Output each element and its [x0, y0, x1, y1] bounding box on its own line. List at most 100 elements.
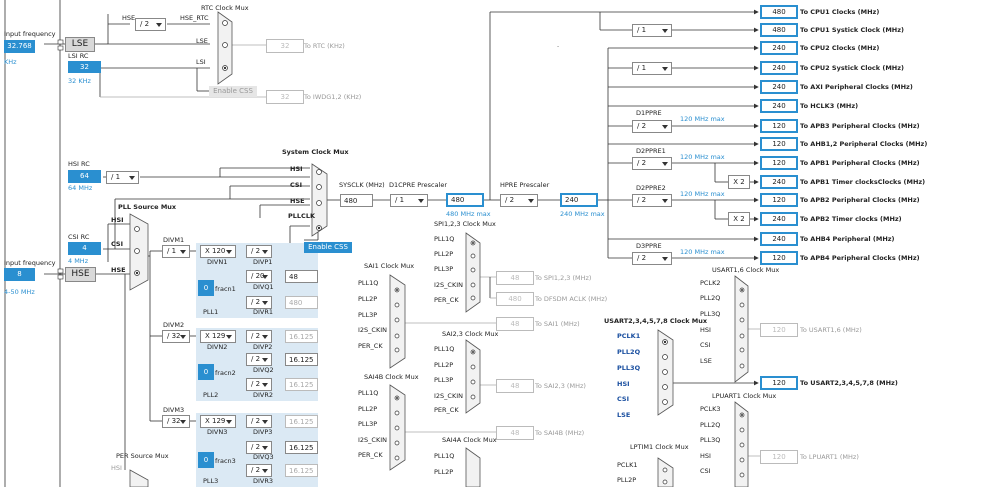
- hclk3-value: 240: [760, 99, 798, 113]
- apb1-timer-label: To APB1 Timer clocksClocks (MHz): [800, 178, 926, 186]
- sai1-in-pll1q: PLL1Q: [358, 279, 379, 287]
- apb1-clock-value: 120: [760, 156, 798, 170]
- divq2-select[interactable]: / 2: [246, 353, 272, 366]
- divm3-label: DIVM3: [163, 406, 185, 414]
- divn1-select[interactable]: X 120: [200, 245, 236, 258]
- usart2-output-label: To USART2,3,4,5,7,8 (MHz): [800, 379, 898, 387]
- usart2-in-hsi: HSI: [617, 380, 630, 388]
- sai1-in-pll2p: PLL2P: [358, 295, 378, 303]
- rtc-hse-label: HSE: [122, 14, 136, 22]
- d1ppre-max: 120 MHz max: [680, 115, 725, 123]
- usart2-in-csi: CSI: [617, 395, 629, 403]
- d2ppre2-select[interactable]: / 2: [632, 194, 672, 207]
- axi-clock-label: To AXI Peripheral Clocks (MHz): [800, 83, 913, 91]
- sai23-in-per-ck: PER_CK: [434, 406, 459, 414]
- sai4a-in-pll2p: PLL2P: [434, 468, 454, 476]
- divr3-select[interactable]: / 2: [246, 464, 272, 477]
- divp1-select[interactable]: / 2: [246, 245, 272, 258]
- divm1-label: DIVM1: [163, 236, 185, 244]
- usart2-in-lse: LSE: [617, 411, 631, 419]
- lptim-mux-title: LPTIM1 Clock Mux: [630, 443, 689, 451]
- sai1-in-pll3p: PLL3P: [358, 311, 378, 319]
- divp2-select[interactable]: / 2: [246, 330, 272, 343]
- cpu2-systick-value: 240: [760, 61, 798, 75]
- fracn1-label: fracn1: [215, 285, 236, 293]
- divn1-label: DIVN1: [207, 258, 228, 266]
- lse-frequency-input[interactable]: 32.768: [4, 40, 35, 53]
- rtc-hse-divider-select[interactable]: / 2: [135, 18, 166, 31]
- divp3-label: DIVP3: [253, 428, 273, 436]
- fracn3-input[interactable]: 0: [198, 452, 214, 468]
- divn2-select[interactable]: X 129: [200, 330, 236, 343]
- dfsdm-output: 480: [496, 292, 534, 306]
- sys-hsi-label: HSI: [290, 165, 303, 173]
- pll3-label: PLL3: [203, 477, 219, 485]
- sai23-in-pll2p: PLL2P: [434, 361, 454, 369]
- d1ppre-select[interactable]: / 2: [632, 120, 672, 133]
- cpu2-systick-label: To CPU2 Systick Clock (MHz): [800, 64, 904, 72]
- hsi-rc-value: 64: [68, 170, 101, 183]
- rtc-hse-rtc-label: HSE_RTC: [180, 14, 209, 22]
- sai1-output: 48: [496, 317, 534, 331]
- pll2-label: PLL2: [203, 391, 219, 399]
- lptim-in-pll2p: PLL2P: [617, 476, 637, 484]
- cpu2-systick-divider-select[interactable]: / 1: [632, 62, 672, 75]
- d1cpre-select[interactable]: / 1: [390, 194, 428, 207]
- cpu1-systick-label: To CPU1 Systick Clock (MHz): [800, 26, 904, 34]
- hpre-select[interactable]: / 2: [500, 194, 538, 207]
- d3ppre-select[interactable]: / 2: [632, 252, 672, 265]
- spi123-mux-title: SPI1,2,3 Clock Mux: [434, 220, 496, 228]
- lpuart-output: 120: [760, 450, 798, 464]
- divp1-label: DIVP1: [253, 258, 273, 266]
- divm2-select[interactable]: / 32: [162, 330, 190, 343]
- apb3-clock-value: 120: [760, 119, 798, 133]
- divm1-select[interactable]: / 1: [162, 245, 190, 258]
- d2ppre2-max: 120 MHz max: [680, 190, 725, 198]
- cpu1-systick-divider-select[interactable]: / 1: [632, 24, 672, 37]
- hse-frequency-input[interactable]: 8: [4, 268, 35, 281]
- hsi-divider-select[interactable]: / 1: [106, 171, 139, 184]
- d2ppre1-select[interactable]: / 2: [632, 157, 672, 170]
- divp3-select[interactable]: / 2: [246, 415, 272, 428]
- sai4b-mux-title: SAI4B Clock Mux: [364, 373, 419, 381]
- spi-in-pll2p: PLL2P: [434, 250, 454, 258]
- pll-src-hse-label: HSE: [111, 266, 126, 274]
- pll2q-output: 16.125: [285, 353, 318, 366]
- divr2-label: DIVR2: [253, 391, 274, 399]
- d1cpre-label: D1CPRE Prescaler: [389, 181, 448, 189]
- apb2-timer-label: To APB2 Timer clocks (MHz): [800, 215, 902, 223]
- rtc-enable-css-button[interactable]: Enable CSS: [209, 86, 257, 97]
- divq1-select[interactable]: / 20: [246, 270, 272, 283]
- fracn3-label: fracn3: [215, 457, 236, 465]
- sys-hse-label: HSE: [290, 197, 305, 205]
- usart2-in-pll2q: PLL2Q: [617, 348, 641, 356]
- spi-in-i2s-ckin: I2S_CKIN: [434, 281, 464, 289]
- lsi-rc-value: 32: [68, 61, 101, 73]
- lpuart-output-label: To LPUART1 (MHz): [800, 453, 859, 461]
- csi-rc-label: CSI RC: [68, 233, 90, 241]
- fracn2-input[interactable]: 0: [198, 364, 214, 380]
- divm3-select[interactable]: / 32: [162, 415, 190, 428]
- cpu1-systick-value: 480: [760, 23, 798, 37]
- fracn2-label: fracn2: [215, 369, 236, 377]
- divr3-label: DIVR3: [253, 477, 274, 485]
- clock-configuration-canvas: Input frequency 32.768 KHz LSE LSI RC 32…: [0, 0, 999, 487]
- fracn1-input[interactable]: 0: [198, 280, 214, 296]
- sai1-in-i2s-ckin: I2S_CKIN: [358, 326, 388, 334]
- usart16-in-lse: LSE: [700, 357, 712, 365]
- apb2-clock-value: 120: [760, 193, 798, 207]
- usart16-in-csi: CSI: [700, 341, 711, 349]
- d2ppre1-max: 120 MHz max: [680, 153, 725, 161]
- d1cpre-max: 480 MHz max: [446, 210, 491, 218]
- rtc-lse-label: LSE: [196, 37, 208, 45]
- d3ppre-label: D3PPRE: [636, 242, 662, 250]
- divn3-select[interactable]: X 129: [200, 415, 236, 428]
- enable-css-button[interactable]: Enable CSS: [304, 242, 352, 253]
- divr2-select[interactable]: / 2: [246, 378, 272, 391]
- cpu2-clock-label: To CPU2 Clocks (MHz): [800, 44, 880, 52]
- cpu1-clock-label: To CPU1 Clocks (MHz): [800, 8, 880, 16]
- lpuart-in-pll3q: PLL3Q: [700, 436, 721, 444]
- sys-csi-label: CSI: [290, 181, 302, 189]
- hpre-label: HPRE Prescaler: [500, 181, 550, 189]
- system-clock-mux-title: System Clock Mux: [282, 148, 349, 156]
